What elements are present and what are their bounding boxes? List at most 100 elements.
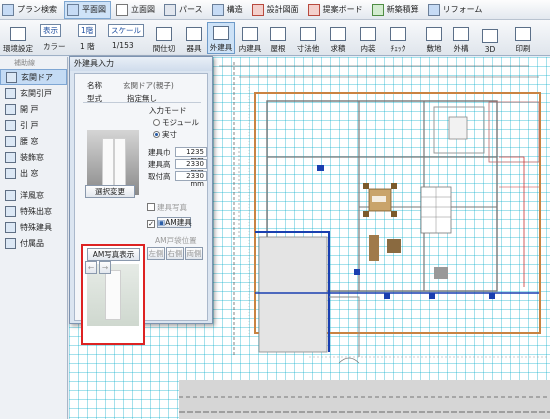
category-item[interactable]: 特殊建具	[0, 219, 67, 235]
3d-icon	[482, 29, 498, 43]
am-fitting-button[interactable]: ▣AM建具	[157, 217, 192, 228]
category-label: 装飾窓	[20, 152, 44, 162]
menu-perspective[interactable]: パース	[162, 1, 207, 19]
category-item[interactable]: 玄関引戸	[0, 85, 67, 101]
actual-radio[interactable]	[153, 131, 160, 138]
environment-settings-button[interactable]: 環境設定	[2, 22, 34, 54]
category-item[interactable]: 出 窓	[0, 165, 67, 181]
exterior-fitting-button[interactable]: 外建具	[207, 22, 235, 54]
sill-height-field[interactable]: 2330 mm	[175, 171, 207, 188]
tool-label: 外建具	[209, 43, 233, 52]
prev-arrow-button[interactable]: ←	[85, 261, 97, 274]
interior-button[interactable]: 内装	[354, 22, 382, 54]
category-item[interactable]: 特殊出窓	[0, 203, 67, 219]
tool-label: 外構	[453, 44, 469, 53]
menu-label: プラン検索	[17, 5, 57, 14]
fitting-category-icon	[5, 87, 16, 99]
fitting-category-icon	[5, 167, 16, 179]
category-item[interactable]: 玄関ドア	[0, 69, 67, 85]
door-leaf-left	[102, 138, 114, 192]
scale-value: 1/153	[112, 41, 134, 50]
interior-fitting-button[interactable]: 内建具	[236, 22, 264, 54]
position-right-button[interactable]: 右側	[166, 247, 184, 260]
menu-elevation[interactable]: 立面図	[114, 1, 159, 19]
am-door-leaf	[105, 270, 121, 320]
height-field[interactable]: 2330 mm	[175, 159, 207, 176]
scale-toggle[interactable]: スケール	[108, 24, 144, 37]
am-fitting-checkbox[interactable]: ✓	[147, 220, 155, 228]
tool-label: 内装	[360, 44, 376, 53]
category-label: 玄関ドア	[21, 72, 53, 82]
fitting-category-panel: 補助線 玄関ドア玄関引戸開 戸引 戸腰 窓装飾窓出 窓洋風窓 特殊出窓特殊建具付属…	[0, 57, 68, 419]
select-change-button[interactable]: 選択変更	[85, 185, 135, 198]
fixture-icon	[186, 27, 202, 41]
actual-label: 実寸	[162, 130, 177, 139]
area-icon	[330, 27, 346, 41]
mode-module-option[interactable]: モジュール	[153, 117, 199, 128]
category-label: 特殊建具	[20, 222, 52, 232]
category-label: 引 戸	[20, 120, 39, 130]
category-label: 付属品	[20, 238, 44, 248]
mode-actual-option[interactable]: 実寸	[153, 129, 177, 140]
category-label: 玄関引戸	[20, 88, 52, 98]
layer-toggle[interactable]: 1階	[78, 24, 97, 37]
fitting-category-icon	[5, 151, 16, 163]
check-button[interactable]: ﾁｪｯｸ	[384, 22, 412, 54]
exterior-button[interactable]: 外構	[447, 22, 475, 54]
menu-proposal-board[interactable]: 提案ボード	[306, 1, 367, 19]
category-item[interactable]: 装飾窓	[0, 149, 67, 165]
exterior-fitting-icon	[213, 26, 229, 40]
dimension-button[interactable]: 寸法他	[294, 22, 322, 54]
fitting-photo-option[interactable]: 建具写真	[147, 202, 187, 213]
category-item[interactable]: 開 戸	[0, 101, 67, 117]
area-button[interactable]: 求積	[324, 22, 352, 54]
name-label: 名称	[87, 81, 102, 90]
door-leaf-right	[114, 138, 126, 192]
menu-structure[interactable]: 構造	[210, 1, 247, 19]
drawing-icon	[251, 3, 264, 16]
fitting-photo-label: 建具写真	[157, 203, 187, 212]
category-label: 腰 窓	[20, 136, 39, 146]
category-item[interactable]: 洋風窓	[0, 187, 67, 203]
panel-header: 補助線	[14, 59, 35, 67]
partition-icon	[156, 27, 172, 41]
category-item[interactable]: 引 戸	[0, 117, 67, 133]
site-button[interactable]: 敷地	[420, 22, 448, 54]
category-item[interactable]: 腰 窓	[0, 133, 67, 149]
fitting-category-icon	[6, 71, 17, 83]
menu-drawing[interactable]: 設計図面	[250, 1, 303, 19]
check-icon	[390, 27, 406, 41]
am-door-position-label: AM戸袋位置	[155, 236, 197, 245]
fixture-button[interactable]: 器具	[180, 22, 208, 54]
menu-label: 立面図	[131, 5, 155, 14]
position-both-button[interactable]: 両側	[185, 247, 203, 260]
menu-floor-plan[interactable]: 平面図	[64, 0, 111, 19]
site-icon	[426, 27, 442, 41]
name-value: 玄関ドア(親子)	[123, 81, 174, 90]
partition-button[interactable]: 間仕切	[150, 22, 178, 54]
fitting-photo-checkbox[interactable]	[147, 203, 155, 211]
am-photo-display-button[interactable]: AM写真表示	[87, 248, 140, 261]
menu-reform[interactable]: リフォーム	[426, 1, 487, 19]
menu-label: 平面図	[82, 5, 106, 14]
floor-label: 1 階	[80, 42, 95, 51]
plan-search-icon	[2, 3, 14, 16]
menu-estimate[interactable]: 新築積算	[370, 1, 423, 19]
print-button[interactable]: 印刷	[509, 22, 537, 54]
exterior-icon	[453, 27, 469, 41]
category-item[interactable]: 付属品	[0, 235, 67, 251]
width-field[interactable]: 1235 mm	[175, 147, 207, 164]
menu-label: リフォーム	[442, 5, 483, 14]
next-arrow-button[interactable]: →	[99, 261, 111, 274]
position-left-button[interactable]: 左側	[147, 247, 165, 260]
module-radio[interactable]	[153, 119, 160, 126]
roof-button[interactable]: 屋根	[264, 22, 292, 54]
am-fitting-option[interactable]: ✓ ▣AM建具	[147, 217, 192, 228]
display-toggle[interactable]: 表示	[40, 24, 61, 37]
tool-label: 内建具	[238, 44, 262, 53]
width-label: 建具巾	[148, 148, 171, 157]
menu-plan-search[interactable]: プラン検索	[0, 1, 61, 19]
environment-settings-label: 環境設定	[3, 44, 33, 53]
tool-label: 敷地	[426, 44, 442, 53]
3d-button[interactable]: 3D	[476, 22, 504, 54]
